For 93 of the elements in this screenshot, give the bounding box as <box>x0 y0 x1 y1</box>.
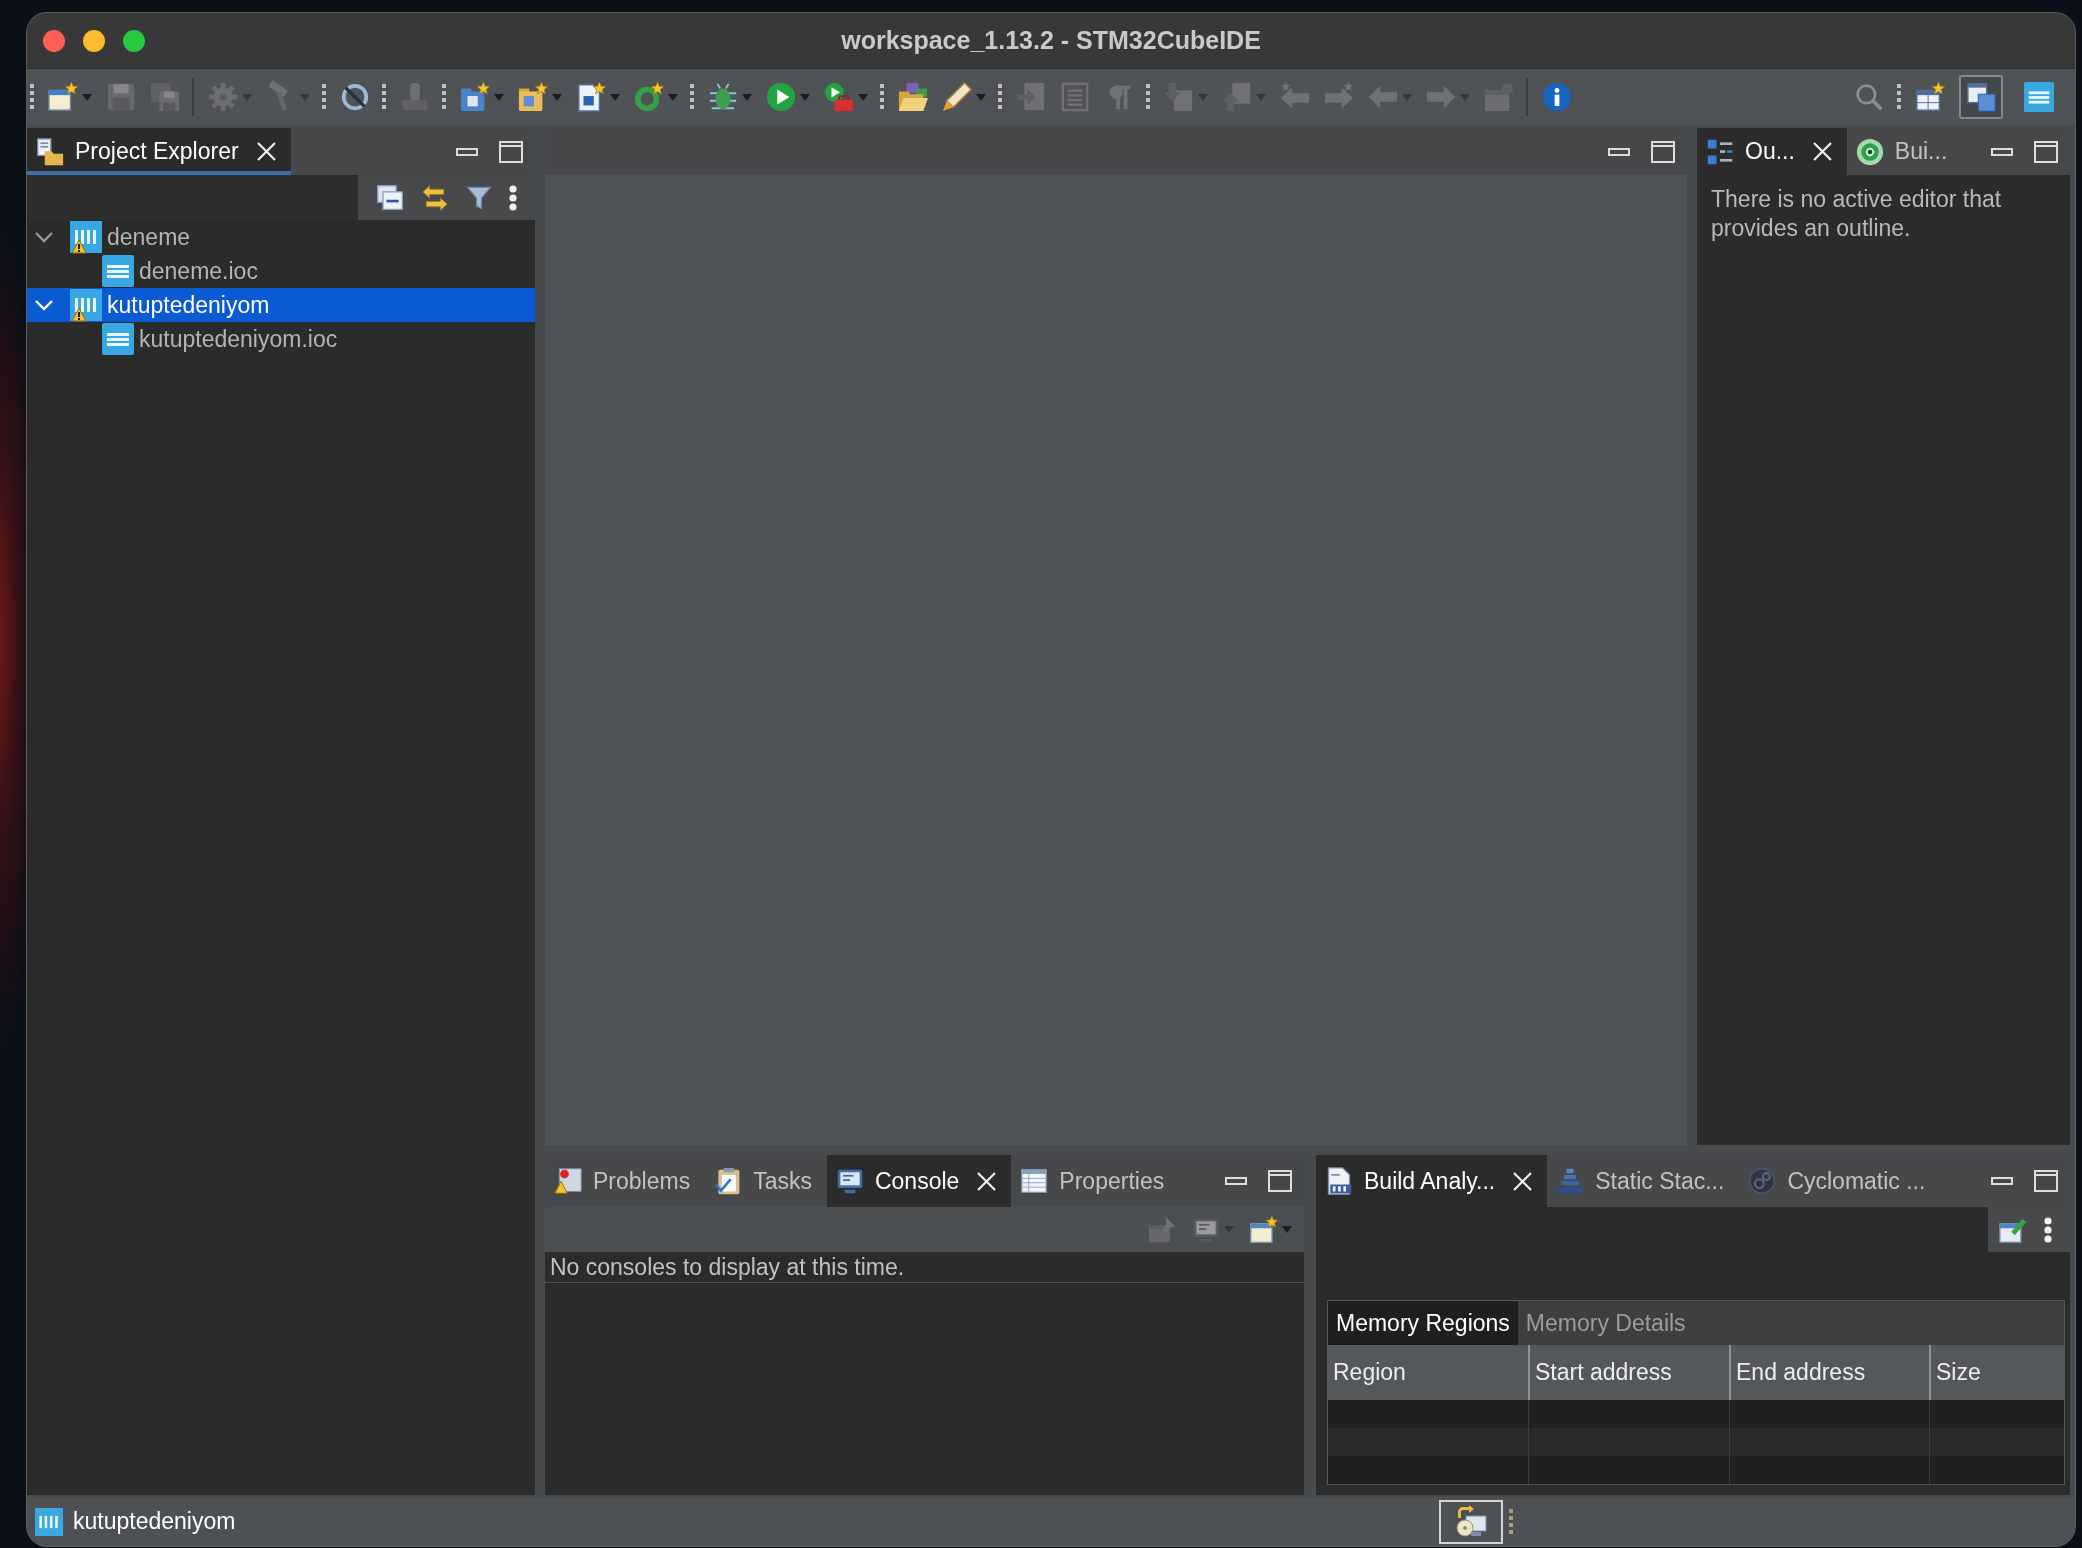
caret-icon[interactable] <box>494 93 504 101</box>
minimize-icon[interactable] <box>1608 147 1630 156</box>
caret-icon[interactable] <box>610 93 620 101</box>
folder-star-icon[interactable] <box>518 82 548 112</box>
search-icon[interactable] <box>1855 83 1883 111</box>
caret-icon[interactable] <box>82 93 92 101</box>
maximize-icon[interactable] <box>2034 140 2058 163</box>
tree-item[interactable]: kutuptedeniyom <box>27 288 535 322</box>
view-tab[interactable]: Console <box>826 1155 1012 1207</box>
minimize-icon[interactable] <box>456 147 478 156</box>
grip-handle[interactable] <box>30 84 34 110</box>
window-zoom-button[interactable] <box>123 29 145 52</box>
tree-item[interactable]: kutuptedeniyom.ioc <box>27 322 535 356</box>
caret-icon[interactable] <box>976 93 986 101</box>
grip-handle[interactable] <box>1509 1508 1513 1535</box>
window-star-icon[interactable] <box>1250 1215 1278 1244</box>
swap-arrows-icon[interactable] <box>421 183 449 212</box>
document-star-icon[interactable] <box>48 82 78 112</box>
file-star-icon[interactable] <box>576 82 606 112</box>
grip-handle[interactable] <box>1146 84 1150 110</box>
more-options-icon[interactable] <box>509 184 517 211</box>
project-folder-star-icon[interactable] <box>460 82 490 112</box>
overlapping-windows-icon <box>1966 82 1996 112</box>
grip-handle[interactable] <box>322 84 326 110</box>
chevron-icon[interactable] <box>35 231 53 243</box>
error-warning-icon <box>554 1167 582 1195</box>
barred-tile-icon <box>35 1507 63 1536</box>
view-tab[interactable]: Build Analy... <box>1316 1155 1548 1207</box>
memory-tab[interactable]: Memory Regions <box>1328 1301 1518 1345</box>
tree-item[interactable]: deneme.ioc <box>27 254 535 288</box>
caret-icon[interactable] <box>742 93 752 101</box>
tree-item[interactable]: deneme <box>27 220 535 254</box>
view-tab[interactable]: Static Stac... <box>1547 1155 1740 1207</box>
grip-handle[interactable] <box>998 84 1002 110</box>
striped-tile-icon <box>102 255 134 287</box>
caret-icon[interactable] <box>858 93 868 101</box>
striped-tile-icon <box>2024 82 2054 112</box>
bug-icon[interactable] <box>708 82 738 112</box>
grip-handle[interactable] <box>1897 84 1901 110</box>
document-bars-icon <box>1325 1167 1353 1195</box>
window-close-button[interactable] <box>43 29 65 52</box>
play-icon[interactable] <box>766 82 796 112</box>
view-tab[interactable]: Tasks <box>705 1155 827 1207</box>
progress-button[interactable] <box>1439 1499 1503 1544</box>
open-folder-icon[interactable] <box>898 82 928 112</box>
grip-handle[interactable] <box>690 84 694 110</box>
play-toolbox-icon[interactable] <box>824 82 854 112</box>
window-minimize-button[interactable] <box>83 29 105 52</box>
column-header[interactable]: Region <box>1328 1345 1528 1400</box>
maximize-icon[interactable] <box>2034 1170 2058 1192</box>
striped-tile-icon <box>102 323 134 355</box>
view-tab[interactable]: Problems <box>545 1155 706 1207</box>
tree-list-icon <box>1706 137 1734 166</box>
maximize-icon[interactable] <box>1651 140 1675 163</box>
caret-icon[interactable] <box>668 93 678 101</box>
minimize-icon[interactable] <box>1991 147 2013 156</box>
table-star-icon[interactable] <box>1915 82 1945 112</box>
more-options-icon[interactable] <box>2044 1216 2052 1243</box>
close-icon[interactable] <box>1513 1171 1533 1191</box>
close-icon[interactable] <box>256 142 276 161</box>
minimize-icon[interactable] <box>1991 1177 2013 1185</box>
view-tab[interactable]: Bui... <box>1846 128 1963 175</box>
table-grid-icon <box>1020 1167 1049 1195</box>
crossed-circle-icon[interactable] <box>340 82 370 112</box>
stacked-bars-icon <box>1556 1167 1585 1195</box>
view-tab[interactable]: Properties <box>1011 1155 1180 1207</box>
view-tab[interactable]: Ou... <box>1697 128 1847 175</box>
caret-icon[interactable] <box>800 93 810 101</box>
close-icon[interactable] <box>977 1171 997 1191</box>
target-icon <box>1855 137 1884 166</box>
maximize-icon[interactable] <box>1268 1170 1292 1192</box>
documents-folder-icon <box>36 137 64 166</box>
grip-handle[interactable] <box>382 84 386 110</box>
grip-handle[interactable] <box>880 84 884 110</box>
grip-handle[interactable] <box>442 84 446 110</box>
status-text: kutuptedeniyom <box>73 1508 236 1535</box>
caret-icon[interactable] <box>552 93 562 101</box>
view-tab[interactable]: Project Explorer <box>27 128 291 175</box>
outline-message: There is no active editor that provides an outline. <box>1710 185 2003 243</box>
info-icon[interactable] <box>1542 82 1572 112</box>
pen-icon[interactable] <box>942 82 972 112</box>
perspective-button[interactable] <box>1959 75 2003 119</box>
disc-monitor-icon <box>1455 1505 1487 1538</box>
maximize-icon[interactable] <box>499 140 523 163</box>
close-icon[interactable] <box>1812 142 1832 161</box>
memory-tab[interactable]: Memory Details <box>1517 1301 1694 1345</box>
minimize-icon[interactable] <box>1225 1177 1247 1185</box>
window-title: workspace_1.13.2 - STM32CubeIDE <box>841 26 1261 55</box>
monitor-icon <box>835 1167 864 1195</box>
ring-star-icon[interactable] <box>634 82 664 112</box>
rings-circle-icon <box>1748 1167 1777 1195</box>
collapse-windows-icon[interactable] <box>376 183 404 212</box>
view-tab[interactable]: Cyclomatic ... <box>1739 1155 1941 1207</box>
